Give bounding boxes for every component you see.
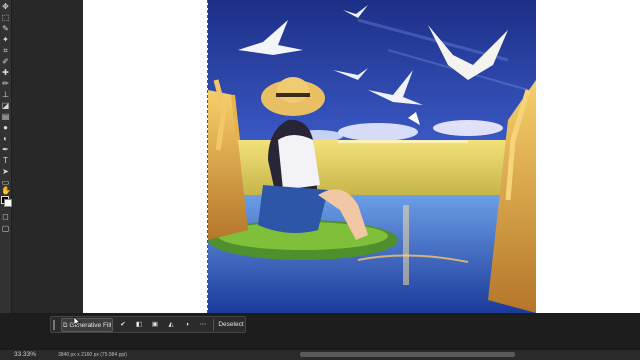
background-color-swatch[interactable] <box>4 199 12 207</box>
more-options-icon[interactable]: ⋯ <box>197 318 209 332</box>
quick-select-icon[interactable]: ✦ <box>1 35 10 44</box>
blur-icon[interactable]: ● <box>1 123 10 132</box>
generative-fill-button[interactable]: ⧉ Generative Fill <box>61 318 113 332</box>
quick-mask-icon[interactable]: ◻ <box>1 212 10 221</box>
mask-icon[interactable]: ▣ <box>149 318 161 332</box>
mouse-cursor-icon <box>73 316 81 326</box>
crop-icon[interactable]: ⌗ <box>1 46 10 55</box>
gradient-icon[interactable]: ▤ <box>1 112 10 121</box>
eyedropper-icon[interactable]: ✐ <box>1 57 10 66</box>
divider <box>213 319 214 331</box>
artwork-image <box>208 0 536 313</box>
status-bar: 33.33% 3840 px x 2160 px (75.984 ppi) <box>0 349 640 360</box>
select-subject-icon[interactable]: ◧ <box>133 318 145 332</box>
eraser-icon[interactable]: ◪ <box>1 101 10 110</box>
generative-fill-icon: ⧉ <box>62 322 68 329</box>
screen-mode-icon[interactable]: ▢ <box>1 224 10 233</box>
document-info[interactable]: 3840 px x 2160 px (75.984 ppi) <box>58 350 127 360</box>
lasso-icon[interactable]: ✎ <box>1 24 10 33</box>
deselect-button[interactable]: Deselect <box>217 318 245 332</box>
horizontal-scrollbar[interactable] <box>300 352 515 357</box>
hand-icon[interactable]: ✋ <box>1 186 11 195</box>
adjustment-icon[interactable]: ◑ <box>181 318 193 332</box>
move-icon[interactable]: ✥ <box>1 2 10 11</box>
modify-selection-icon[interactable]: ✔ <box>117 318 129 332</box>
brush-icon[interactable]: ✏ <box>1 79 10 88</box>
type-icon[interactable]: T <box>1 156 10 165</box>
healing-brush-icon[interactable]: ✚ <box>1 68 10 77</box>
marquee-icon[interactable]: ⬚ <box>1 13 10 22</box>
clone-stamp-icon[interactable]: ⊥ <box>1 90 10 99</box>
fill-icon[interactable]: ◭ <box>165 318 177 332</box>
drag-handle-icon[interactable] <box>53 320 55 330</box>
tools-panel: ✥ ⬚ ✎ ✦ ⌗ ✐ ✚ ✏ ⊥ ◪ ▤ ● ◐ ✒ T ➤ ▭ ✋ ◻ ▢ <box>0 0 12 350</box>
selection-marquee <box>83 0 208 313</box>
dodge-icon[interactable]: ◐ <box>1 134 10 143</box>
zoom-level[interactable]: 33.33% <box>14 350 36 360</box>
path-select-icon[interactable]: ➤ <box>1 167 10 176</box>
pen-icon[interactable]: ✒ <box>1 145 10 154</box>
